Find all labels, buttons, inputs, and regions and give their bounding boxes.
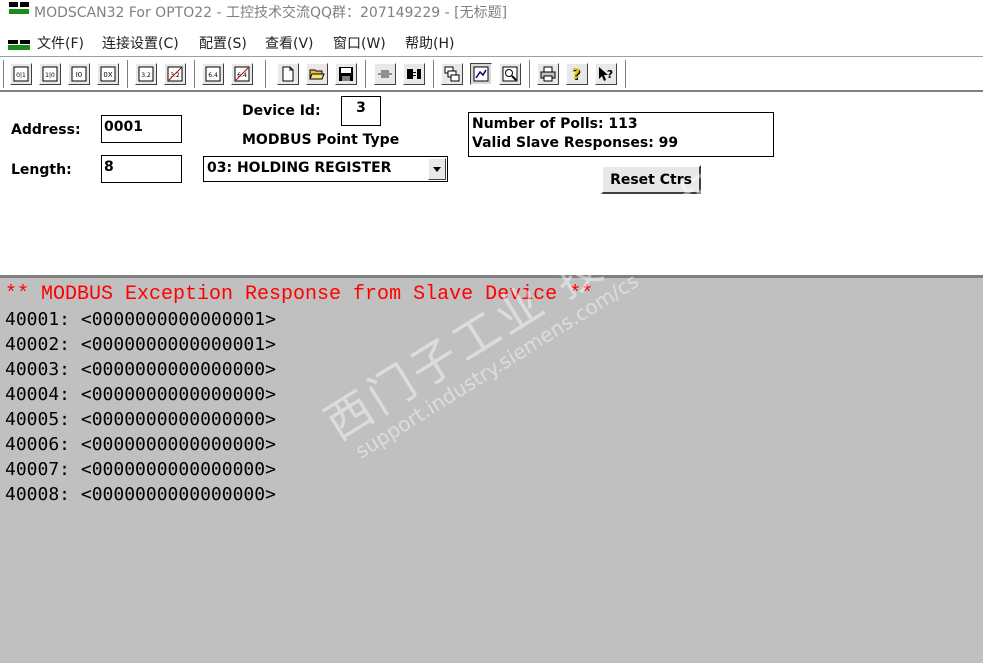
format-32-swap-button[interactable]: 3.2	[164, 63, 186, 85]
valid-responses-count: Valid Slave Responses: 99	[472, 135, 679, 151]
format-64-swap-button[interactable]: 6.4	[231, 63, 253, 85]
coil-01-button[interactable]: 0|1	[10, 63, 32, 85]
svg-text:1|0: 1|0	[45, 72, 55, 79]
toolbar: 0|1 1|0 I0 0X 3.2 3.2 6.4 6.4 ? ? ?	[0, 56, 983, 92]
help-icon: ??	[572, 66, 582, 82]
length-field[interactable]: 8	[101, 155, 182, 183]
format-64-icon: 6.4	[205, 66, 221, 82]
app-icon	[8, 1, 30, 15]
coil-01-icon: 0|1	[13, 66, 29, 82]
register-row[interactable]: 40006: <0000000000000000>	[5, 434, 276, 456]
chevron-down-icon[interactable]	[428, 158, 446, 180]
toolbar-separator	[625, 60, 627, 88]
register-row[interactable]: 40001: <0000000000000001>	[5, 309, 276, 331]
register-row[interactable]: 40005: <0000000000000000>	[5, 409, 276, 431]
svg-text:0X: 0X	[103, 71, 112, 79]
menu-bar: 文件(F) 连接设置(C) 配置(S) 查看(V) 窗口(W) 帮助(H)	[0, 30, 983, 54]
document-window-icon[interactable]	[8, 40, 30, 50]
disconnect-button[interactable]	[403, 63, 425, 85]
length-label: Length:	[11, 162, 72, 178]
address-field[interactable]: 0001	[101, 115, 182, 143]
toolbar-separator	[365, 60, 367, 88]
connect-button[interactable]	[374, 63, 396, 85]
register-ox-icon: 0X	[100, 66, 116, 82]
toolbar-separator	[265, 60, 267, 88]
zoom-button[interactable]	[499, 63, 521, 85]
address-label: Address:	[11, 122, 81, 138]
connect-icon	[378, 70, 392, 78]
help-button[interactable]: ??	[566, 63, 588, 85]
traffic-display-button[interactable]	[470, 63, 492, 85]
toolbar-separator	[194, 60, 196, 88]
register-row[interactable]: 40003: <0000000000000000>	[5, 359, 276, 381]
toolbar-separator	[529, 60, 531, 88]
display-config-button[interactable]	[441, 63, 463, 85]
print-button[interactable]	[537, 63, 559, 85]
save-icon	[339, 67, 353, 81]
window-title: MODSCAN32 For OPTO22 - 工控技术交流QQ群：2071492…	[34, 5, 508, 21]
register-row[interactable]: 40004: <0000000000000000>	[5, 384, 276, 406]
format-32-swap-icon: 3.2	[167, 66, 183, 82]
format-64-button[interactable]: 6.4	[202, 63, 224, 85]
point-type-value: 03: HOLDING REGISTER	[207, 160, 392, 176]
point-type-label: MODBUS Point Type	[242, 132, 400, 148]
display-config-icon	[444, 66, 460, 82]
poll-stats-box: Number of Polls: 113 Valid Slave Respons…	[468, 112, 774, 157]
format-32-icon: 3.2	[138, 66, 154, 82]
svg-text:?: ?	[572, 66, 581, 82]
coil-10-icon: 1|0	[42, 66, 58, 82]
reset-counters-button[interactable]: Reset Ctrs	[601, 165, 701, 194]
context-help-button[interactable]: ?	[595, 63, 617, 85]
config-panel: Address: 0001 Length: 8 Device Id: 3 MOD…	[0, 94, 983, 274]
svg-text:I0: I0	[76, 71, 83, 79]
device-id-field[interactable]: 3	[341, 96, 381, 126]
zoom-icon	[502, 66, 518, 82]
menu-connection[interactable]: 连接设置(C)	[102, 33, 179, 53]
format-32-button[interactable]: 3.2	[135, 63, 157, 85]
register-row[interactable]: 40008: <0000000000000000>	[5, 484, 276, 506]
register-row[interactable]: 40002: <0000000000000001>	[5, 334, 276, 356]
register-row[interactable]: 40007: <0000000000000000>	[5, 459, 276, 481]
menu-file[interactable]: 文件(F)	[37, 33, 84, 53]
svg-text:6.4: 6.4	[208, 72, 218, 79]
device-id-label: Device Id:	[242, 103, 321, 119]
register-ox-button[interactable]: 0X	[97, 63, 119, 85]
svg-text:3.2: 3.2	[141, 72, 151, 79]
title-bar: MODSCAN32 For OPTO22 - 工控技术交流QQ群：2071492…	[0, 0, 983, 24]
input-status-button[interactable]: I0	[68, 63, 90, 85]
exception-message: ** MODBUS Exception Response from Slave …	[5, 283, 594, 306]
menu-setup[interactable]: 配置(S)	[199, 33, 247, 53]
toolbar-separator	[127, 60, 129, 88]
print-icon	[540, 66, 556, 82]
toolbar-separator	[3, 60, 5, 88]
coil-10-button[interactable]: 1|0	[39, 63, 61, 85]
menu-help[interactable]: 帮助(H)	[405, 33, 454, 53]
save-button[interactable]	[335, 63, 357, 85]
menu-view[interactable]: 查看(V)	[265, 33, 314, 53]
disconnect-icon	[407, 69, 421, 79]
svg-text:?: ?	[607, 68, 613, 81]
polls-count: Number of Polls: 113	[472, 116, 638, 132]
toolbar-separator	[433, 60, 435, 88]
format-64-swap-icon: 6.4	[234, 66, 250, 82]
input-status-icon: I0	[71, 66, 87, 82]
context-help-icon: ?	[599, 67, 613, 81]
menu-window[interactable]: 窗口(W)	[333, 33, 386, 53]
new-file-button[interactable]	[277, 63, 299, 85]
open-folder-icon	[309, 69, 325, 80]
open-folder-button[interactable]	[306, 63, 328, 85]
point-type-select[interactable]: 03: HOLDING REGISTER	[203, 156, 448, 182]
new-file-icon	[282, 66, 294, 82]
data-display[interactable]: ** MODBUS Exception Response from Slave …	[0, 275, 983, 663]
traffic-display-icon	[473, 66, 489, 82]
svg-text:0|1: 0|1	[16, 72, 26, 79]
